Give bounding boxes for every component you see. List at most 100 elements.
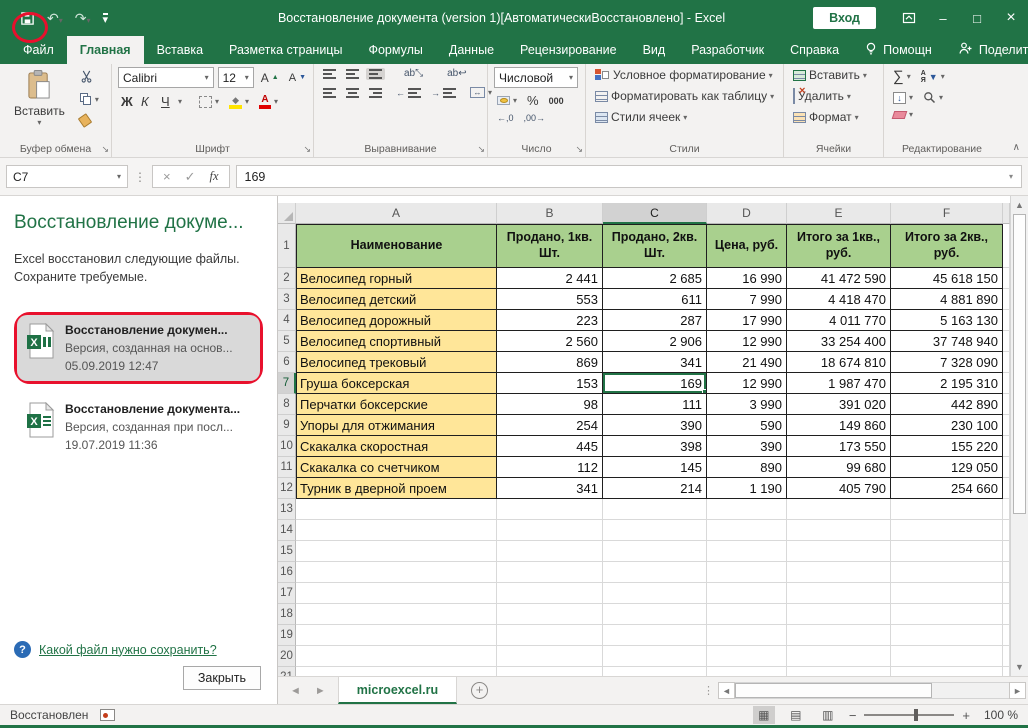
- empty-cell[interactable]: [296, 646, 497, 667]
- sort-filter-icon[interactable]: АЯ▼▾: [918, 69, 948, 85]
- underline-dropdown-icon[interactable]: ▾: [178, 97, 182, 106]
- empty-cell[interactable]: [497, 667, 603, 676]
- empty-cell[interactable]: [296, 541, 497, 562]
- row-header-17[interactable]: 17: [278, 583, 296, 604]
- fill-icon[interactable]: ↓▾: [890, 91, 916, 105]
- empty-cell[interactable]: [891, 625, 1003, 646]
- name-box[interactable]: C7▾: [6, 165, 128, 188]
- row-header-7[interactable]: 7: [278, 373, 296, 394]
- empty-cell[interactable]: [603, 499, 707, 520]
- insert-function-icon[interactable]: fx: [210, 169, 219, 184]
- page-layout-view-icon[interactable]: ▤: [785, 706, 807, 724]
- autosum-icon[interactable]: ∑▾: [890, 67, 914, 86]
- data-cell[interactable]: 223: [497, 310, 603, 331]
- formula-input[interactable]: 169▾: [236, 165, 1022, 188]
- customize-qat-icon[interactable]: ▾: [103, 13, 109, 24]
- data-cell[interactable]: Груша боксерская: [296, 373, 497, 394]
- empty-cell[interactable]: [1003, 394, 1010, 415]
- data-cell[interactable]: 611: [603, 289, 707, 310]
- macro-record-icon[interactable]: [100, 709, 115, 721]
- empty-cell[interactable]: [1003, 667, 1010, 676]
- data-cell[interactable]: 16 990: [707, 268, 787, 289]
- empty-cell[interactable]: [707, 667, 787, 676]
- wrap-text-icon[interactable]: ab↩: [444, 67, 470, 80]
- empty-cell[interactable]: [1003, 373, 1010, 394]
- data-cell[interactable]: Перчатки боксерские: [296, 394, 497, 415]
- data-cell[interactable]: 398: [603, 436, 707, 457]
- empty-cell[interactable]: [891, 499, 1003, 520]
- data-cell[interactable]: 45 618 150: [891, 268, 1003, 289]
- zoom-slider-thumb[interactable]: [914, 709, 918, 721]
- tab-help[interactable]: Справка: [777, 36, 852, 64]
- data-cell[interactable]: 153: [497, 373, 603, 394]
- conditional-formatting-button[interactable]: Условное форматирование▾: [592, 67, 779, 83]
- decrease-indent-icon[interactable]: ←: [393, 87, 424, 99]
- shrink-font-icon[interactable]: A▼: [286, 71, 309, 85]
- grow-font-icon[interactable]: A▲: [258, 70, 282, 86]
- row-header-10[interactable]: 10: [278, 436, 296, 457]
- empty-cell[interactable]: [296, 562, 497, 583]
- empty-cell[interactable]: [603, 562, 707, 583]
- minimize-button[interactable]: –: [926, 0, 960, 36]
- empty-cell[interactable]: [1003, 625, 1010, 646]
- row-header-3[interactable]: 3: [278, 289, 296, 310]
- insert-cells-button[interactable]: Вставить▾: [790, 67, 879, 83]
- data-cell[interactable]: 405 790: [787, 478, 891, 499]
- cut-icon[interactable]: [77, 69, 102, 84]
- empty-cell[interactable]: [1003, 478, 1010, 499]
- empty-cell[interactable]: [707, 562, 787, 583]
- empty-cell[interactable]: [787, 541, 891, 562]
- tab-formulas[interactable]: Формулы: [355, 36, 435, 64]
- empty-cell[interactable]: [891, 646, 1003, 667]
- empty-cell[interactable]: [1003, 499, 1010, 520]
- align-top-icon[interactable]: [320, 68, 339, 80]
- empty-cell[interactable]: [1003, 583, 1010, 604]
- empty-cell[interactable]: [1003, 562, 1010, 583]
- cancel-entry-icon[interactable]: ×: [163, 169, 171, 184]
- empty-cell[interactable]: [707, 520, 787, 541]
- empty-cell[interactable]: [1003, 541, 1010, 562]
- ribbon-display-options-icon[interactable]: [892, 0, 926, 36]
- row-header-9[interactable]: 9: [278, 415, 296, 436]
- empty-cell[interactable]: [603, 520, 707, 541]
- data-cell[interactable]: 254 660: [891, 478, 1003, 499]
- empty-cell[interactable]: [497, 562, 603, 583]
- confirm-entry-icon[interactable]: ✓: [185, 169, 196, 185]
- empty-cell[interactable]: [497, 625, 603, 646]
- empty-cell[interactable]: [603, 646, 707, 667]
- empty-cell[interactable]: [497, 520, 603, 541]
- data-cell[interactable]: Велосипед горный: [296, 268, 497, 289]
- data-cell[interactable]: Скакалка скоростная: [296, 436, 497, 457]
- align-middle-icon[interactable]: [343, 68, 362, 80]
- zoom-in-icon[interactable]: +: [962, 708, 970, 723]
- maximize-button[interactable]: □: [960, 0, 994, 36]
- empty-cell[interactable]: [1003, 224, 1010, 268]
- data-cell[interactable]: 2 441: [497, 268, 603, 289]
- find-select-icon[interactable]: ▾: [920, 90, 946, 105]
- data-cell[interactable]: 390: [603, 415, 707, 436]
- alignment-dialog-launcher-icon[interactable]: ↘: [477, 144, 485, 155]
- empty-cell[interactable]: [891, 520, 1003, 541]
- empty-cell[interactable]: [497, 583, 603, 604]
- empty-cell[interactable]: [891, 541, 1003, 562]
- empty-cell[interactable]: [707, 625, 787, 646]
- empty-cell[interactable]: [603, 604, 707, 625]
- data-cell[interactable]: 1 190: [707, 478, 787, 499]
- data-cell[interactable]: 145: [603, 457, 707, 478]
- empty-cell[interactable]: [296, 604, 497, 625]
- data-cell[interactable]: Турник в дверной проем: [296, 478, 497, 499]
- empty-cell[interactable]: [1003, 604, 1010, 625]
- number-dialog-launcher-icon[interactable]: ↘: [575, 144, 583, 155]
- data-cell[interactable]: 1 987 470: [787, 373, 891, 394]
- data-cell[interactable]: 37 748 940: [891, 331, 1003, 352]
- empty-cell[interactable]: [1003, 268, 1010, 289]
- format-as-table-button[interactable]: Форматировать как таблицу▾: [592, 88, 779, 104]
- empty-cell[interactable]: [296, 520, 497, 541]
- tab-file[interactable]: Файл: [10, 36, 67, 64]
- data-cell[interactable]: 869: [497, 352, 603, 373]
- column-header-B[interactable]: B: [497, 203, 603, 224]
- data-cell[interactable]: 149 860: [787, 415, 891, 436]
- empty-cell[interactable]: [1003, 436, 1010, 457]
- header-cell[interactable]: Итого за 1кв., руб.: [787, 224, 891, 268]
- scroll-right-icon[interactable]: ►: [1009, 682, 1026, 699]
